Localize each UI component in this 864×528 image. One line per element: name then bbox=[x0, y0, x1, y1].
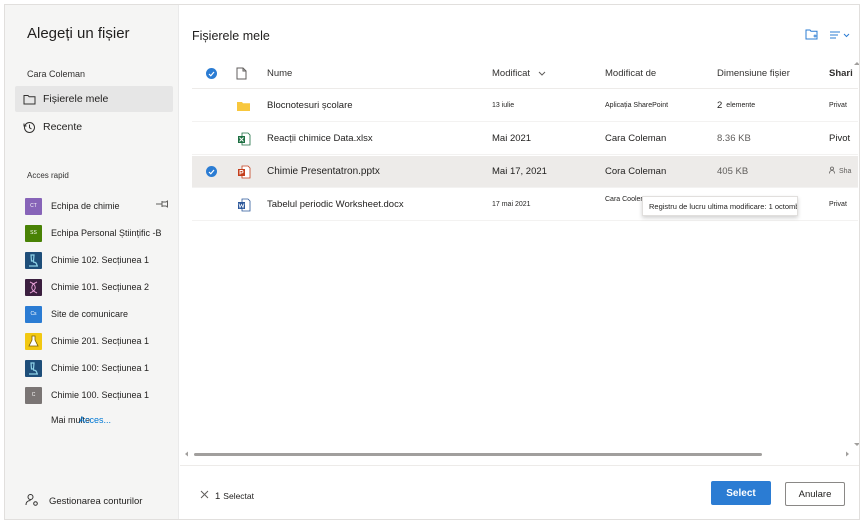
quick-access-label-text: Site de comunicare bbox=[51, 309, 129, 319]
microscope-thumbnail bbox=[25, 359, 42, 377]
quick-access-label-text: Chimie 100. Secțiunea 1 bbox=[51, 390, 150, 400]
left-pane: Alegeți un fișier Cara Coleman Fișierele… bbox=[5, 5, 179, 519]
shared-people-icon bbox=[829, 166, 837, 177]
microscope-thumbnail bbox=[25, 251, 42, 269]
nav-item-my-files[interactable]: Fișierele mele bbox=[15, 86, 173, 112]
flask-thumbnail bbox=[25, 332, 42, 350]
select-all-checkbox[interactable] bbox=[206, 59, 217, 88]
file-name[interactable]: Chimie Presentatron.pptx bbox=[267, 156, 380, 187]
main-pane: Fișierele mele Nume Modificat Modificat … bbox=[180, 5, 859, 519]
file-name[interactable]: Blocnotesuri școlare bbox=[267, 90, 353, 121]
table-row[interactable]: Chimie Presentatron.pptx Mai 17, 2021 Co… bbox=[192, 156, 858, 188]
checkmark-icon bbox=[206, 68, 217, 79]
quick-access-label-text: Echipa de chimie bbox=[51, 201, 120, 211]
clear-selection-icon[interactable] bbox=[200, 490, 209, 502]
word-file-icon bbox=[237, 189, 251, 220]
table-row[interactable]: Reacții chimice Data.xlsx Mai 2021 Cara … bbox=[192, 123, 858, 155]
quick-access-label-text: Chimie 102. Secțiunea 1 bbox=[51, 255, 150, 265]
page-title: Fișierele mele bbox=[192, 29, 270, 43]
quick-access-label-text: Chimie 101. Secțiunea 2 bbox=[51, 282, 150, 292]
selected-count: 1 bbox=[215, 490, 221, 502]
site-thumbnail: Cs bbox=[25, 305, 42, 323]
quick-access-item[interactable]: Chimie 102. Secțiunea 1 bbox=[25, 250, 175, 270]
sharing-status: Pivot bbox=[829, 133, 851, 144]
user-name: Cara Coleman bbox=[27, 69, 86, 79]
quick-access-item[interactable]: C Chimie 100. Secțiunea 1 bbox=[25, 385, 175, 405]
sharing-status: Privat bbox=[829, 102, 847, 109]
file-size: 2 elemente bbox=[717, 90, 755, 121]
more-access-link[interactable]: Acces... bbox=[79, 415, 111, 425]
modified-by: Aplicația SharePoint bbox=[605, 102, 669, 109]
vertical-scrollbar[interactable] bbox=[853, 59, 859, 449]
horizontal-scrollbar[interactable] bbox=[184, 450, 850, 458]
sort-options-icon[interactable] bbox=[829, 27, 851, 45]
selected-label: Selectat bbox=[223, 491, 255, 501]
quick-access-label: Acces rapid bbox=[27, 171, 69, 180]
selection-summary: 1 Selectat bbox=[200, 490, 254, 502]
folder-icon bbox=[237, 90, 250, 121]
quick-access-item[interactable]: CT Echipa de chimie bbox=[25, 196, 175, 216]
site-thumbnail: C bbox=[25, 386, 42, 404]
manage-accounts-label: Gestionarea conturilor bbox=[49, 496, 143, 507]
dialog-title: Alegeți un fișier bbox=[27, 25, 130, 42]
site-thumbnail: CT bbox=[25, 197, 42, 215]
quick-access-label-text: Chimie 201. Secțiunea 1 bbox=[51, 336, 150, 346]
modified-date: 13 iulie bbox=[492, 102, 515, 109]
item-unit: elemente bbox=[726, 102, 756, 109]
table-row[interactable]: Blocnotesuri școlare 13 iulie Aplicația … bbox=[192, 90, 858, 122]
column-header-size[interactable]: Dimensiune fișier bbox=[717, 59, 790, 88]
site-thumbnail: SS bbox=[25, 224, 42, 242]
manage-accounts-button[interactable]: Gestionarea conturilor bbox=[25, 493, 142, 510]
nav-item-recent[interactable]: Recente bbox=[15, 114, 173, 140]
quick-access-item[interactable]: Chimie 100: Secțiunea 1 bbox=[25, 358, 175, 378]
folder-icon bbox=[15, 94, 43, 105]
pin-icon[interactable] bbox=[155, 199, 169, 211]
row-checkbox[interactable] bbox=[206, 156, 217, 187]
modified-date: Mai 17, 2021 bbox=[492, 166, 547, 177]
file-size: 405 KB bbox=[717, 166, 749, 177]
modified-by: Cora Coleman bbox=[605, 166, 667, 177]
powerpoint-file-icon bbox=[237, 156, 251, 187]
file-name[interactable]: Reacții chimice Data.xlsx bbox=[267, 123, 373, 154]
quick-access-item[interactable]: Chimie 101. Secțiunea 2 bbox=[25, 277, 175, 297]
person-settings-icon bbox=[25, 493, 39, 510]
column-header-modified-by[interactable]: Modificat de bbox=[605, 59, 656, 88]
dialog-footer: 1 Selectat Select Anulare bbox=[180, 465, 859, 519]
file-picker-dialog: Alegeți un fișier Cara Coleman Fișierele… bbox=[4, 4, 860, 520]
modified-by: Cara Cooler bbox=[605, 196, 643, 203]
toolbar bbox=[805, 27, 851, 45]
horizontal-scrollbar-thumb[interactable] bbox=[194, 453, 762, 456]
file-tooltip: Registru de lucru ultima modificare: 1 o… bbox=[642, 196, 798, 216]
nav-item-label: Fișierele mele bbox=[43, 93, 109, 105]
modified-by: Cara Coleman bbox=[605, 133, 667, 144]
sharing-status: Privat bbox=[829, 201, 847, 208]
modified-date: 17 mai 2021 bbox=[492, 201, 531, 208]
quick-access-item[interactable]: Cs Site de comunicare bbox=[25, 304, 175, 324]
excel-file-icon bbox=[237, 123, 251, 154]
modified-date: Mai 2021 bbox=[492, 133, 532, 144]
item-count: 2 bbox=[717, 100, 723, 111]
checkmark-icon bbox=[206, 166, 217, 177]
quick-access-item[interactable]: SS Echipa Personal Științific -B bbox=[25, 223, 175, 243]
nav-item-label: Recente bbox=[43, 121, 83, 133]
sharing-status: Sha bbox=[829, 156, 851, 187]
quick-access-label-text: Chimie 100: Secțiunea 1 bbox=[51, 363, 150, 373]
column-header-sharing[interactable]: Shari bbox=[829, 59, 853, 88]
cancel-button[interactable]: Anulare bbox=[785, 482, 845, 506]
file-list-header: Nume Modificat Modificat de Dimensiune f… bbox=[192, 59, 858, 89]
file-size: 8.36 KB bbox=[717, 133, 751, 144]
quick-access-label-text: Echipa Personal Științific -B bbox=[51, 228, 162, 238]
select-button[interactable]: Select bbox=[711, 481, 771, 505]
column-header-modified-label: Modificat bbox=[492, 68, 531, 79]
history-icon bbox=[15, 121, 43, 134]
sharing-label: Sha bbox=[839, 168, 852, 175]
column-header-modified[interactable]: Modificat bbox=[492, 59, 546, 88]
quick-access-item[interactable]: Chimie 201. Secțiunea 1 bbox=[25, 331, 175, 351]
new-folder-icon[interactable] bbox=[805, 27, 819, 45]
file-name[interactable]: Tabelul periodic Worksheet.docx bbox=[267, 189, 404, 220]
file-type-header-icon bbox=[236, 59, 247, 88]
sort-chevron-icon bbox=[538, 68, 546, 79]
dna-thumbnail bbox=[25, 278, 42, 296]
column-header-name[interactable]: Nume bbox=[267, 59, 292, 88]
